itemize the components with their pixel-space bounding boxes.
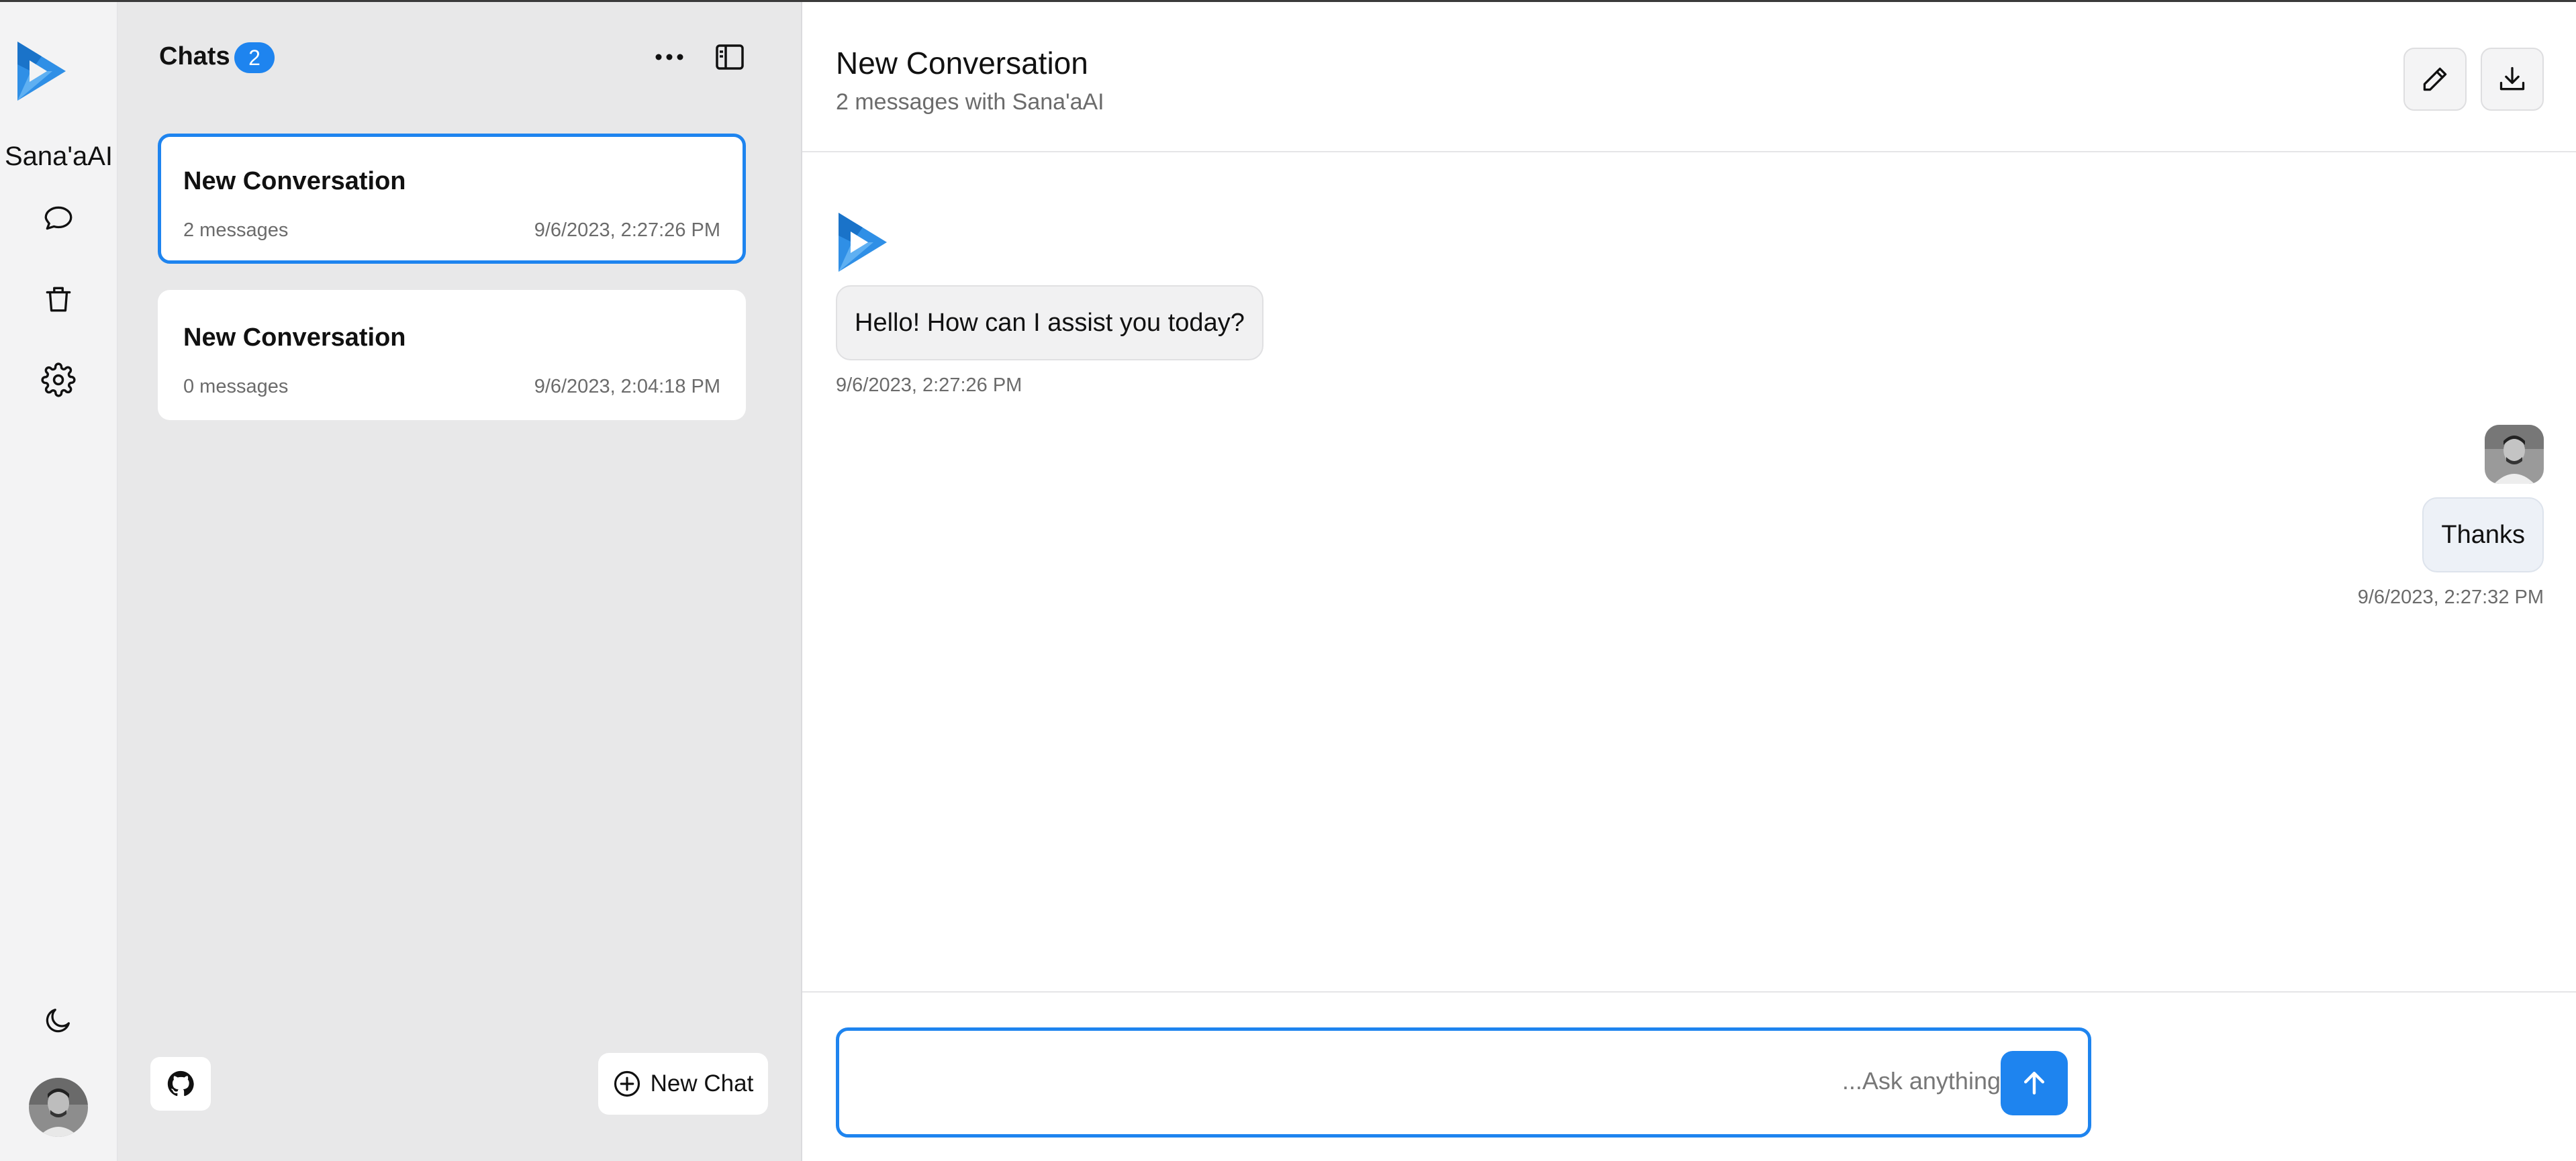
user-avatar[interactable]	[29, 1078, 88, 1137]
app-window: Sana'aAI Chats 2 New Conversation 2 mess…	[0, 0, 2576, 1161]
conversation-card[interactable]: New Conversation 0 messages 9/6/2023, 2:…	[158, 290, 746, 420]
conversation-subtitle: 2 messages with Sana'aAI	[836, 89, 1104, 115]
sanaa-logo-icon	[17, 42, 66, 101]
plus-circle-icon	[614, 1070, 640, 1097]
chats-title: Chats	[159, 42, 230, 70]
user-message-bubble: Thanks	[2422, 497, 2544, 572]
conversation-header: New Conversation 2 messages with Sana'aA…	[802, 2, 2576, 152]
conversation-view: New Conversation 2 messages with Sana'aA…	[802, 2, 2576, 1161]
chat-bubble-icon[interactable]	[39, 199, 78, 238]
github-icon	[167, 1070, 194, 1097]
send-button[interactable]	[2001, 1051, 2068, 1115]
moon-icon[interactable]	[39, 1001, 78, 1040]
conversation-date: 9/6/2023, 2:04:18 PM	[534, 376, 720, 397]
conversation-message-count: 2 messages	[183, 219, 289, 241]
edit-button[interactable]	[2403, 48, 2467, 111]
conversation-date: 9/6/2023, 2:27:26 PM	[534, 219, 720, 241]
arrow-up-icon	[2023, 1072, 2045, 1095]
page-title: New Conversation	[836, 46, 1088, 81]
conversation-title: New Conversation	[183, 323, 406, 352]
conversation-message-count: 0 messages	[183, 376, 289, 397]
assistant-message-bubble: Hello! How can I assist you today?	[836, 285, 1263, 360]
download-icon	[2499, 66, 2525, 91]
conversation-title: New Conversation	[183, 167, 406, 195]
pencil-icon	[2423, 67, 2447, 91]
trash-icon[interactable]	[39, 280, 78, 319]
assistant-avatar-icon	[839, 213, 887, 272]
download-button[interactable]	[2481, 48, 2544, 111]
chats-count-badge: 2	[234, 42, 275, 73]
new-chat-button[interactable]: New Chat	[598, 1053, 768, 1115]
sidebar-toggle-icon[interactable]	[710, 37, 750, 77]
conversation-card[interactable]: New Conversation 2 messages 9/6/2023, 2:…	[158, 134, 746, 264]
message-timestamp: 9/6/2023, 2:27:26 PM	[836, 374, 1022, 396]
user-message-avatar	[2485, 425, 2544, 484]
message-timestamp: 9/6/2023, 2:27:32 PM	[2357, 587, 2544, 608]
composer-area	[802, 991, 2576, 1161]
brand-name: Sana'aAI	[4, 142, 113, 171]
more-horizontal-icon[interactable]	[649, 37, 689, 77]
chats-panel: Chats 2 New Conversation 2 messages 9/6/…	[117, 2, 802, 1161]
github-button[interactable]	[150, 1057, 211, 1111]
message-input[interactable]	[853, 1044, 2001, 1118]
new-chat-label: New Chat	[650, 1070, 754, 1097]
icon-rail: Sana'aAI	[0, 2, 117, 1161]
gear-icon[interactable]	[39, 360, 78, 399]
message-composer	[836, 1027, 2091, 1138]
